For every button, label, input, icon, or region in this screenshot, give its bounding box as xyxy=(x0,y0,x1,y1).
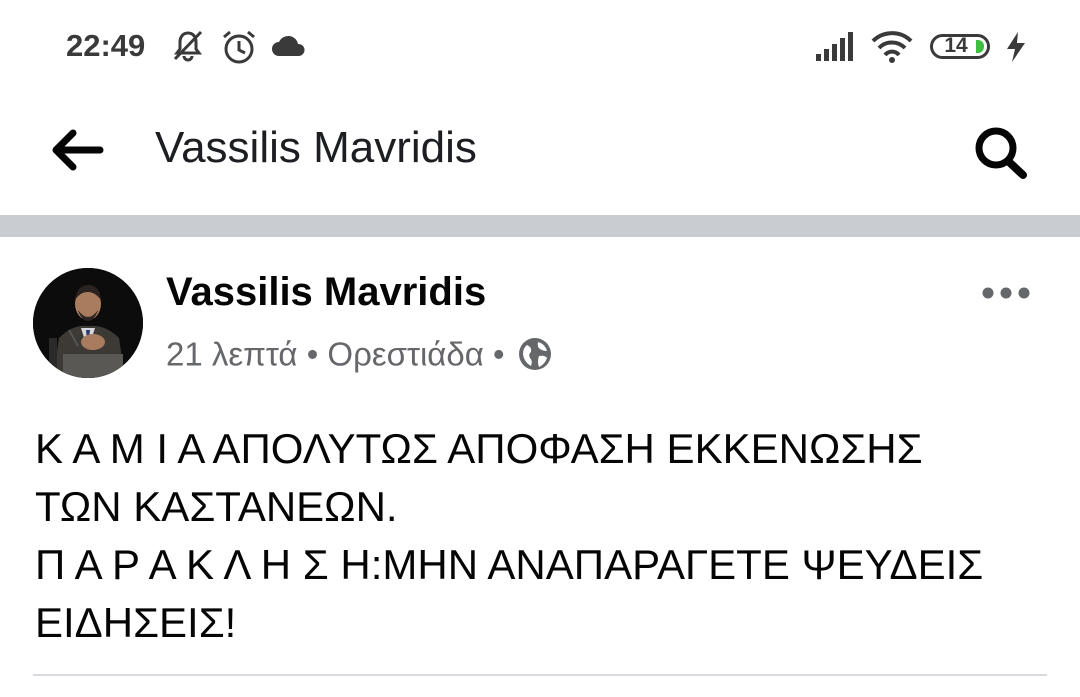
post-text-line: ΕΙΔΗΣΕΙΣ! xyxy=(35,599,237,646)
page-title: Vassilis Mavridis xyxy=(155,123,477,172)
post-time[interactable]: 21 λεπτά xyxy=(166,335,298,372)
post-body: Κ Α Μ Ι Α ΑΠΟΛΥΤΩΣ ΑΠΟΦΑΣΗ ΕΚΚΕΝΩΣΗΣ ΤΩΝ… xyxy=(35,420,1055,652)
charging-icon xyxy=(1007,32,1025,62)
post-author[interactable]: Vassilis Mavridis xyxy=(166,270,486,315)
post-location[interactable]: Ορεστιάδα xyxy=(327,335,483,372)
signal-icon xyxy=(816,32,853,61)
meta-separator: • xyxy=(306,335,319,373)
cloud-icon xyxy=(272,35,305,56)
post-text-line: Κ Α Μ Ι Α ΑΠΟΛΥΤΩΣ ΑΠΟΦΑΣΗ ΕΚΚΕΝΩΣΗΣ xyxy=(35,425,923,472)
section-divider xyxy=(0,215,1080,237)
search-icon[interactable] xyxy=(970,123,1032,181)
battery-icon: 14 xyxy=(930,34,990,59)
status-bar: 22:49 14 xyxy=(0,0,1080,95)
alarm-icon xyxy=(223,30,255,64)
post-text-line: Π Α Ρ Α Κ Λ Η Σ Η:ΜΗΝ ΑΝΑΠΑΡΑΓΕΤΕ ΨΕΥΔΕΙ… xyxy=(35,541,984,588)
battery-level: 14 xyxy=(944,34,968,57)
post-meta: 21 λεπτά • Ορεστιάδα • xyxy=(166,333,552,373)
battery-fill xyxy=(976,40,984,53)
avatar[interactable] xyxy=(33,268,143,378)
avatar-photo xyxy=(33,268,143,378)
globe-icon xyxy=(518,338,551,371)
post-divider xyxy=(33,674,1047,676)
wifi-icon xyxy=(871,31,913,63)
post-text-line: ΤΩΝ ΚΑΣΤΑΝΕΩΝ. xyxy=(35,483,398,530)
meta-separator: • xyxy=(493,335,505,373)
back-arrow-icon[interactable] xyxy=(48,127,106,173)
bell-muted-icon xyxy=(173,30,203,62)
more-options-icon[interactable] xyxy=(978,280,1034,306)
clock: 22:49 xyxy=(66,28,146,63)
